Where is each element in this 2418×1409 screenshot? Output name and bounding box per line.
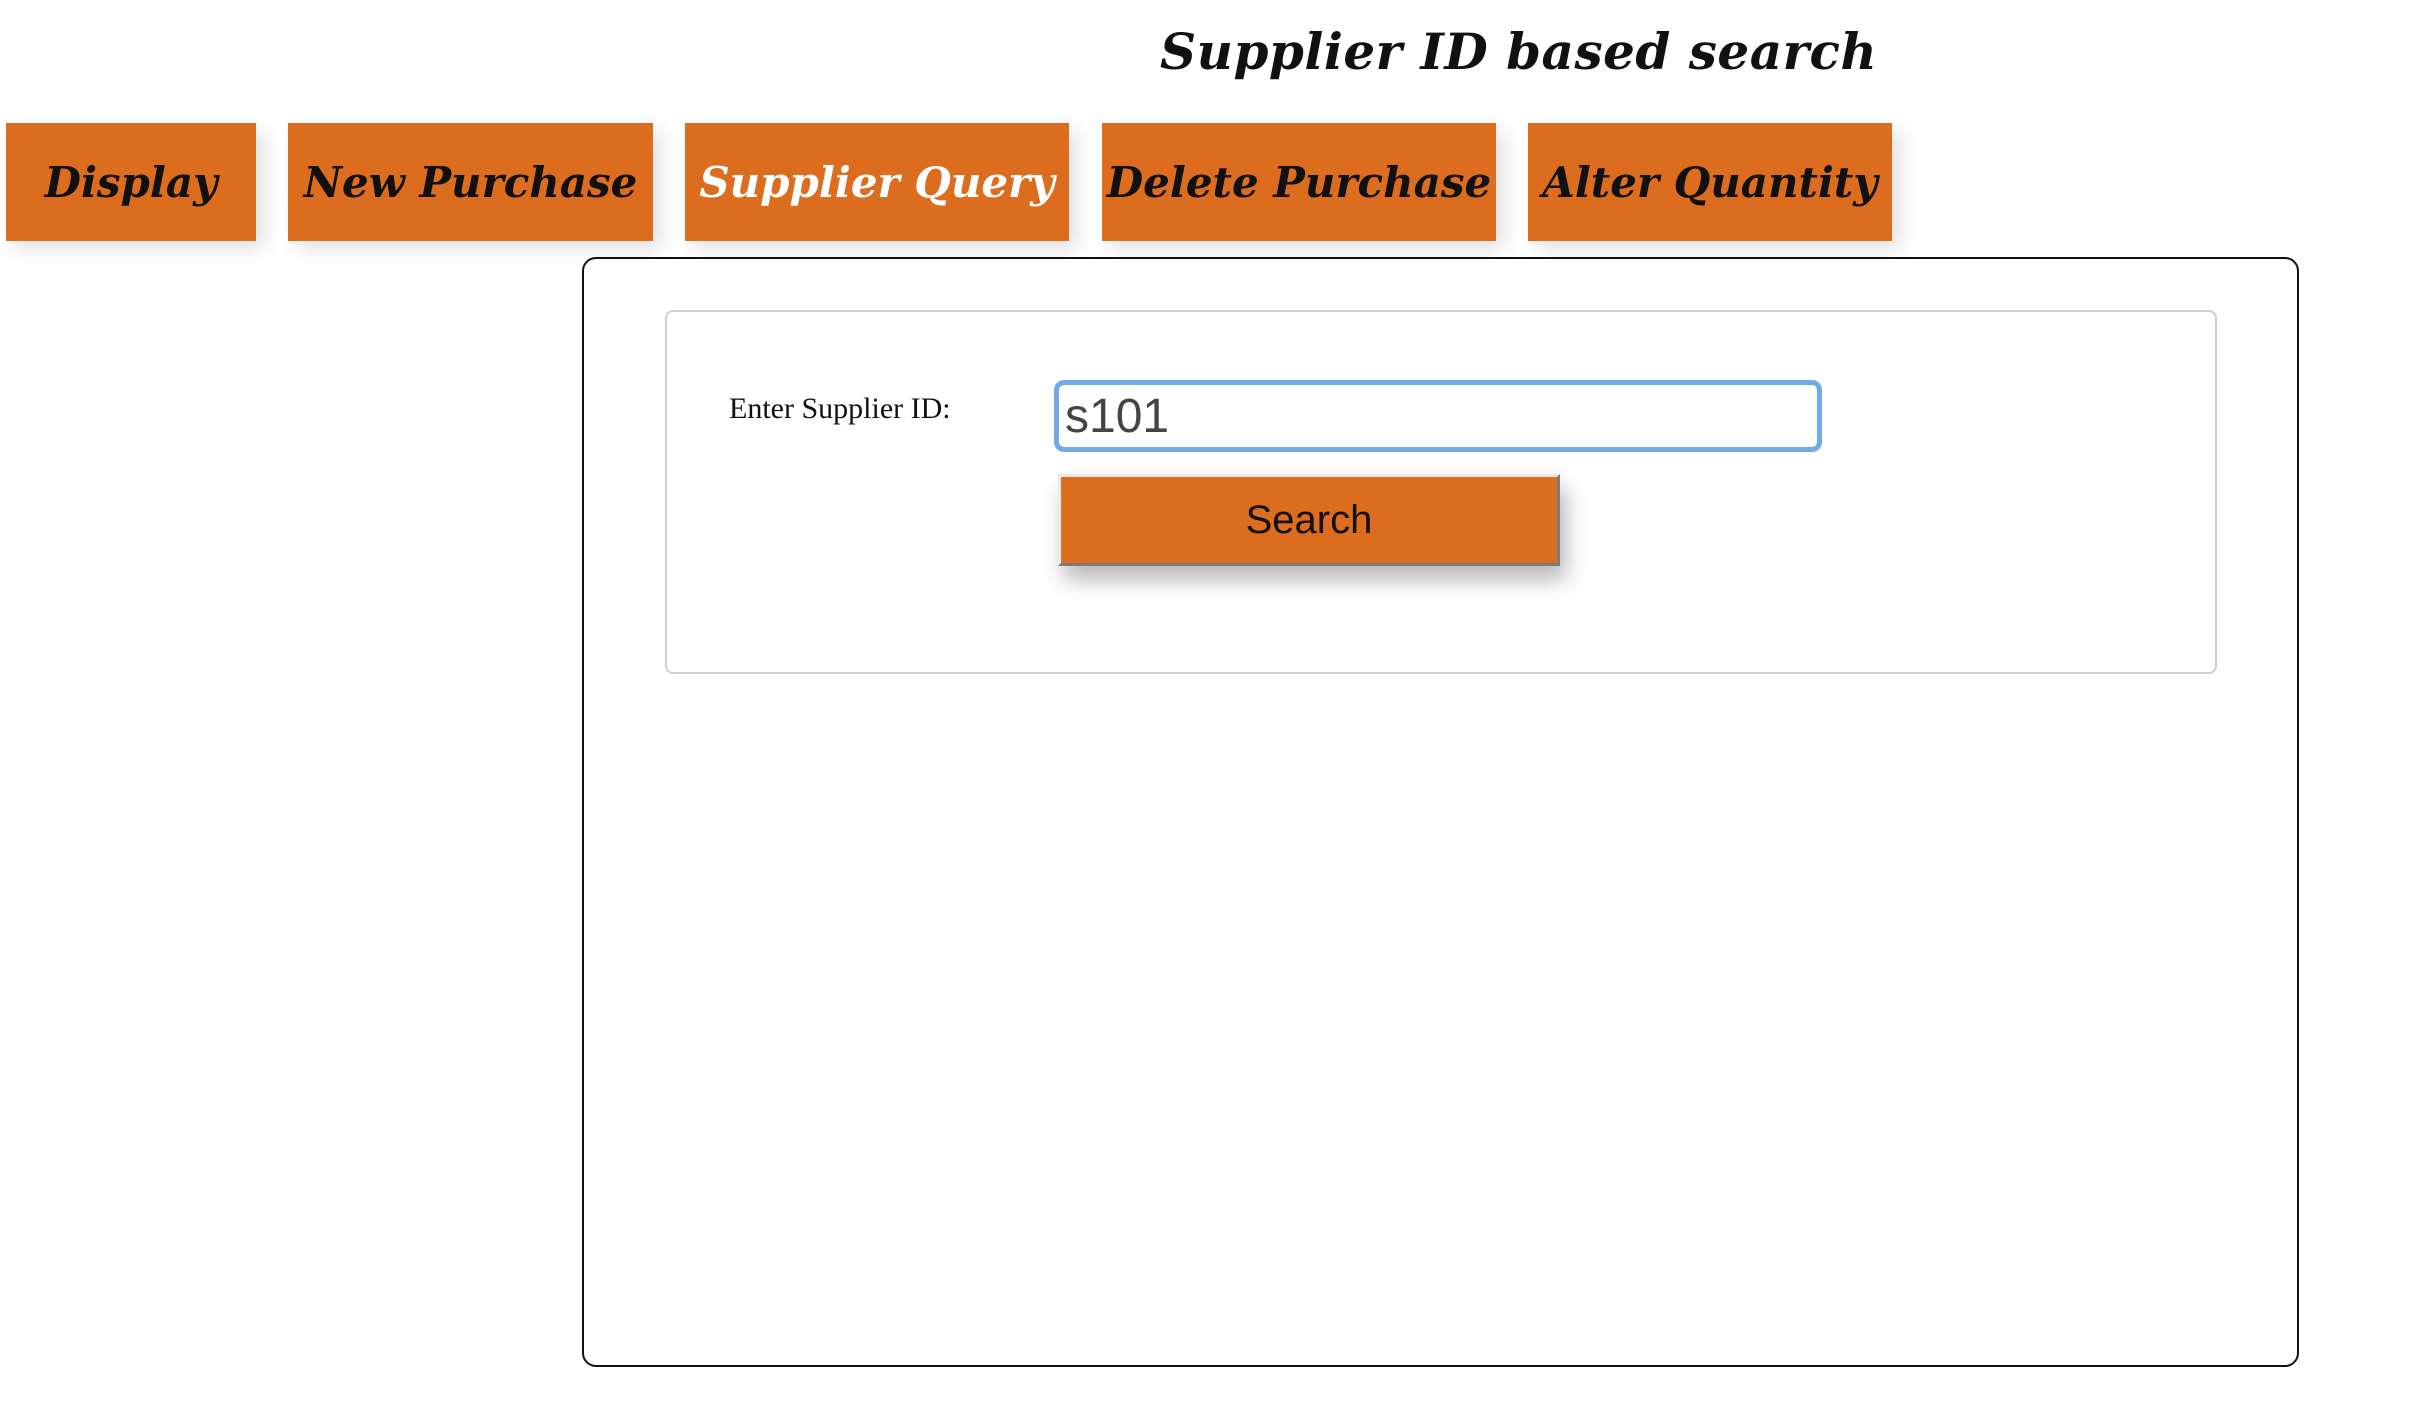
page-title: Supplier ID based search <box>1160 22 1878 81</box>
tab-alter-quantity[interactable]: Alter Quantity <box>1528 123 1892 241</box>
main-nav: Display New Purchase Supplier Query Dele… <box>0 123 2418 241</box>
supplier-id-label: Enter Supplier ID: <box>729 392 951 425</box>
supplier-id-input[interactable] <box>1054 380 1822 452</box>
tab-display[interactable]: Display <box>6 123 256 241</box>
tab-delete-purchase[interactable]: Delete Purchase <box>1102 123 1496 241</box>
search-button[interactable]: Search <box>1058 474 1560 566</box>
tab-supplier-query[interactable]: Supplier Query <box>685 123 1069 241</box>
tab-new-purchase[interactable]: New Purchase <box>288 123 653 241</box>
